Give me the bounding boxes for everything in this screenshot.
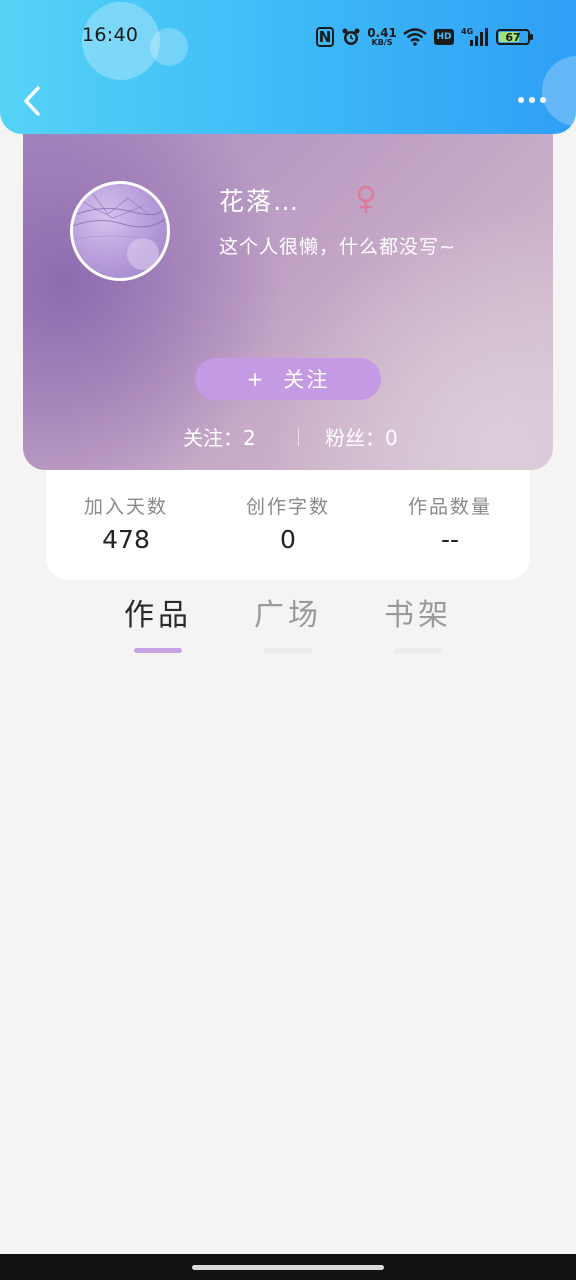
wifi-icon [403, 27, 427, 47]
tab-indicator [394, 648, 442, 653]
profile-screen: 16:40 N 0.41 KB/S HD 4G 67 花落… 这个人很懒，什么都… [0, 0, 576, 1280]
stat-value: -- [440, 525, 460, 554]
status-time: 16:40 [82, 24, 139, 46]
tab-label: 书架 [384, 598, 452, 633]
profile-card: 花落… 这个人很懒，什么都没写~ + 关注 关注：2 粉丝：0 [23, 110, 553, 470]
app-header: 16:40 N 0.41 KB/S HD 4G 67 [0, 0, 576, 134]
more-options-button[interactable] [518, 90, 552, 110]
stat-label: 作品数量 [407, 496, 492, 518]
alarm-icon [341, 27, 361, 47]
more-dots-icon [540, 97, 546, 103]
tab-works[interactable]: 作品 [108, 590, 208, 653]
stat-join-days: 加入天数 478 [56, 492, 196, 554]
avatar[interactable] [70, 181, 170, 281]
stat-label: 创作字数 [245, 496, 330, 518]
tab-indicator [134, 648, 182, 653]
tab-indicator [264, 648, 312, 653]
battery-level: 67 [505, 30, 521, 44]
stat-word-count: 创作字数 0 [218, 492, 358, 554]
content-tabs: 作品 广场 书架 [0, 590, 576, 654]
nfc-icon: N [316, 27, 334, 47]
plus-icon: + [246, 367, 266, 391]
stat-value: 0 [280, 525, 296, 554]
follow-button[interactable]: + 关注 [195, 358, 381, 400]
following-count[interactable]: 关注：2 [183, 422, 256, 451]
user-bio: 这个人很懒，什么都没写~ [219, 236, 456, 258]
system-nav-bar [0, 1254, 576, 1280]
tab-label: 作品 [124, 598, 192, 633]
avatar-image [73, 193, 167, 270]
tab-bookshelf[interactable]: 书架 [368, 590, 468, 653]
tab-square[interactable]: 广场 [238, 590, 338, 653]
home-indicator[interactable] [192, 1265, 384, 1270]
hd-icon: HD [434, 29, 454, 45]
network-speed: 0.41 KB/S [367, 26, 397, 47]
username: 花落… [219, 187, 301, 216]
more-dots-icon [529, 97, 535, 103]
signal-label: 4G [461, 27, 474, 36]
follow-stats: 关注：2 粉丝：0 [23, 420, 553, 452]
follow-button-label: 关注 [283, 368, 330, 392]
stats-panel: 加入天数 478 创作字数 0 作品数量 -- [46, 470, 530, 580]
more-dots-icon [518, 97, 524, 103]
stat-value: 478 [102, 525, 150, 554]
stat-works-count: 作品数量 -- [380, 492, 520, 554]
decorative-bubble [150, 28, 188, 66]
status-icons: N 0.41 KB/S HD 4G 67 [316, 24, 533, 50]
stat-label: 加入天数 [83, 496, 168, 518]
fans-count[interactable]: 粉丝：0 [325, 422, 398, 451]
divider [298, 428, 299, 446]
back-button[interactable] [18, 82, 48, 120]
signal-icon: 4G [461, 27, 489, 47]
chevron-left-icon [24, 86, 40, 116]
battery-icon: 67 [496, 29, 533, 45]
female-gender-icon [357, 185, 375, 213]
tab-label: 广场 [254, 598, 322, 633]
